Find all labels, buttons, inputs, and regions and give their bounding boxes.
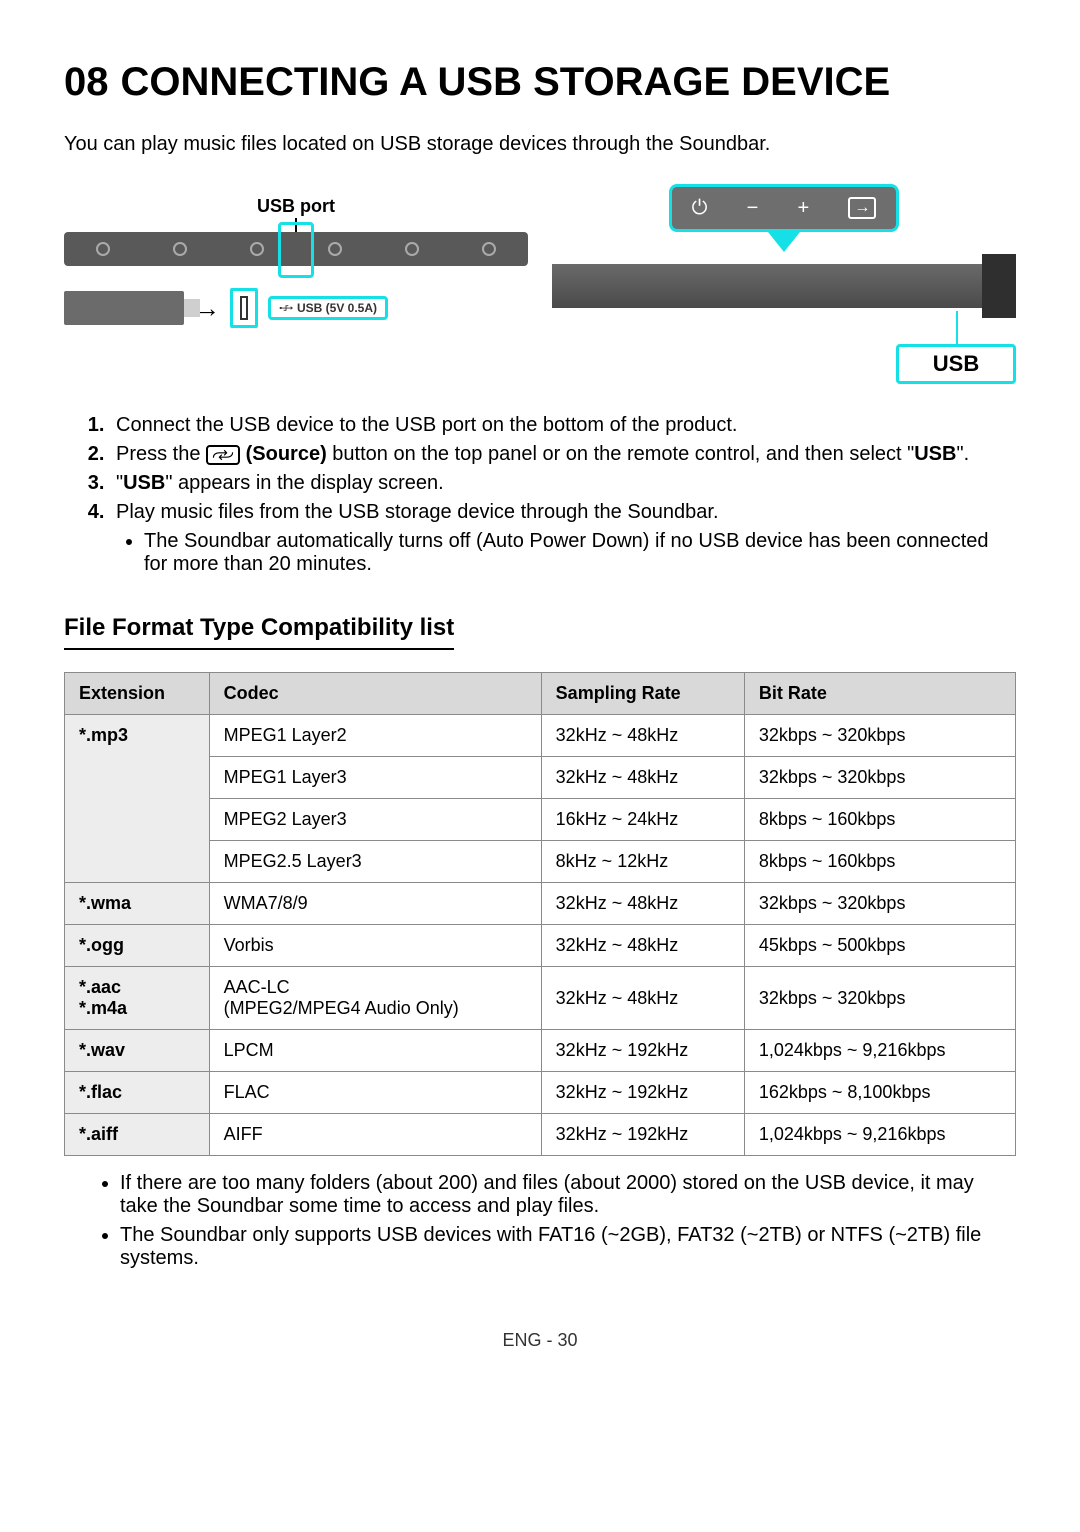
source-button-icon [206,445,240,465]
usb-port-icon [230,288,258,328]
rate-cell: 32kHz ~ 192kHz [541,1114,744,1156]
power-icon: ⏻ [692,197,708,220]
rate-cell: 16kHz ~ 24kHz [541,799,744,841]
table-body: *.mp3 MPEG1 Layer2 32kHz ~ 48kHz 32kbps … [65,715,1016,1156]
rate-cell: 32kHz ~ 48kHz [541,883,744,925]
table-row: *.aiff AIFF 32kHz ~ 192kHz 1,024kbps ~ 9… [65,1114,1016,1156]
source-label: (Source) [246,443,327,465]
codec-cell: MPEG2.5 Layer3 [209,841,541,883]
codec-cell: MPEG2 Layer3 [209,799,541,841]
ext-cell: *.aac *.m4a [65,967,210,1030]
callout-triangle-icon [768,232,800,252]
page-footer: ENG - 30 [64,1330,1016,1351]
table-row: *.wav LPCM 32kHz ~ 192kHz 1,024kbps ~ 9,… [65,1030,1016,1072]
usb-spec-label: USB (5V 0.5A) [268,296,388,320]
table-header-row: Extension Codec Sampling Rate Bit Rate [65,673,1016,715]
step-4-sublist: The Soundbar automatically turns off (Au… [116,530,1016,576]
bit-cell: 32kbps ~ 320kbps [744,757,1015,799]
ext-cell: *.wav [65,1030,210,1072]
codec-cell: FLAC [209,1072,541,1114]
usb-stick-icon [64,291,184,325]
col-sampling-rate: Sampling Rate [541,673,744,715]
codec-cell: MPEG1 Layer2 [209,715,541,757]
rate-cell: 32kHz ~ 192kHz [541,1030,744,1072]
bit-cell: 162kbps ~ 8,100kbps [744,1072,1015,1114]
remote-top-panel: ⏻ − + → [669,184,899,232]
col-extension: Extension [65,673,210,715]
col-codec: Codec [209,673,541,715]
soundbar-perspective [552,264,1016,308]
bit-cell: 32kbps ~ 320kbps [744,715,1015,757]
rate-cell: 32kHz ~ 192kHz [541,1072,744,1114]
table-row: *.ogg Vorbis 32kHz ~ 48kHz 45kbps ~ 500k… [65,925,1016,967]
table-row: *.flac FLAC 32kHz ~ 192kHz 162kbps ~ 8,1… [65,1072,1016,1114]
bit-cell: 32kbps ~ 320kbps [744,967,1015,1030]
soundbar-top-view [64,232,528,266]
ext-cell: *.wma [65,883,210,925]
usb-icon [279,303,293,313]
diagram-row: USB port → USB (5V 0.5A) ⏻ [64,184,1016,384]
diagram-remote-source: ⏻ − + → USB [552,184,1016,384]
bit-cell: 8kbps ~ 160kbps [744,841,1015,883]
step-4-note: The Soundbar automatically turns off (Au… [144,530,1016,576]
codec-cell: Vorbis [209,925,541,967]
table-row: *.wma WMA7/8/9 32kHz ~ 48kHz 32kbps ~ 32… [65,883,1016,925]
compat-heading: File Format Type Compatibility list [64,614,454,650]
display-usb-box: USB [896,344,1016,384]
ext-cell: *.aiff [65,1114,210,1156]
usb-spec-text: USB (5V 0.5A) [297,301,377,315]
ext-cell: *.ogg [65,925,210,967]
steps-list: Connect the USB device to the USB port o… [64,414,1016,576]
bit-cell: 45kbps ~ 500kbps [744,925,1015,967]
plus-icon: + [797,197,809,220]
codec-cell: AIFF [209,1114,541,1156]
manual-page: 08 CONNECTING A USB STORAGE DEVICE You ca… [0,0,1080,1391]
step-3: "USB" appears in the display screen. [110,472,1016,495]
usb-insert-detail: → USB (5V 0.5A) [64,288,528,328]
step-4: Play music files from the USB storage de… [110,501,1016,576]
rate-cell: 32kHz ~ 48kHz [541,925,744,967]
table-row: *.aac *.m4a AAC-LC (MPEG2/MPEG4 Audio On… [65,967,1016,1030]
intro-paragraph: You can play music files located on USB … [64,133,1016,156]
section-heading: 08 CONNECTING A USB STORAGE DEVICE [64,60,1016,105]
rate-cell: 32kHz ~ 48kHz [541,757,744,799]
notes-list: If there are too many folders (about 200… [64,1172,1016,1270]
rate-cell: 32kHz ~ 48kHz [541,967,744,1030]
note-item: If there are too many folders (about 200… [120,1172,1016,1218]
minus-icon: − [747,197,759,220]
display-usb-text: USB [933,351,979,376]
step-1: Connect the USB device to the USB port o… [110,414,1016,437]
bit-cell: 8kbps ~ 160kbps [744,799,1015,841]
section-number: 08 [64,60,109,104]
section-title-text: CONNECTING A USB STORAGE DEVICE [121,60,891,104]
codec-cell: AAC-LC (MPEG2/MPEG4 Audio Only) [209,967,541,1030]
step-2: Press the (Source) button on the top pan… [110,443,1016,466]
codec-cell: WMA7/8/9 [209,883,541,925]
diagram-soundbar-usb: USB port → USB (5V 0.5A) [64,184,528,384]
codec-cell: MPEG1 Layer3 [209,757,541,799]
col-bit-rate: Bit Rate [744,673,1015,715]
ext-cell: *.flac [65,1072,210,1114]
rate-cell: 32kHz ~ 48kHz [541,715,744,757]
source-icon: → [848,197,876,219]
rate-cell: 8kHz ~ 12kHz [541,841,744,883]
bit-cell: 1,024kbps ~ 9,216kbps [744,1030,1015,1072]
note-item: The Soundbar only supports USB devices w… [120,1224,1016,1270]
ext-cell: *.mp3 [65,715,210,883]
codec-cell: LPCM [209,1030,541,1072]
bit-cell: 32kbps ~ 320kbps [744,883,1015,925]
table-row: *.mp3 MPEG1 Layer2 32kHz ~ 48kHz 32kbps … [65,715,1016,757]
bit-cell: 1,024kbps ~ 9,216kbps [744,1114,1015,1156]
usb-port-label: USB port [257,196,335,217]
format-table: Extension Codec Sampling Rate Bit Rate *… [64,672,1016,1156]
usb-port-highlight [278,222,314,278]
